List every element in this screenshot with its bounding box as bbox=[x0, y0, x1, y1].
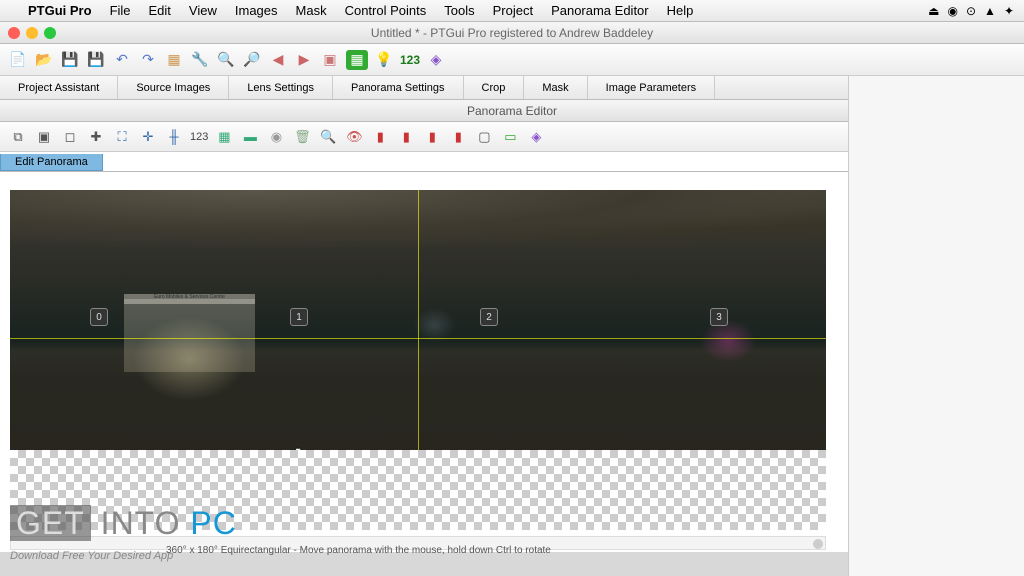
flag-red3-icon[interactable]: ▮ bbox=[422, 127, 442, 147]
window-title-text: Untitled * - PTGui Pro registered to And… bbox=[371, 26, 653, 40]
fit-icon[interactable]: ⛶ bbox=[112, 127, 132, 147]
grid-icon[interactable]: ▦ bbox=[346, 50, 368, 70]
edit-panorama-tab[interactable]: Edit Panorama bbox=[0, 154, 103, 171]
zoom-icon[interactable]: 🔍 bbox=[318, 127, 338, 147]
menu-tools[interactable]: Tools bbox=[444, 3, 474, 18]
traffic-lights bbox=[8, 27, 56, 39]
open-icon[interactable]: 📂 bbox=[34, 50, 54, 70]
app-name[interactable]: PTGui Pro bbox=[28, 3, 92, 18]
status-icon[interactable]: ◉ bbox=[948, 4, 958, 18]
zoom-in-icon[interactable]: 🔍 bbox=[216, 50, 236, 70]
watermark: GET INTO PC bbox=[10, 505, 237, 542]
select-icon[interactable]: ◻ bbox=[60, 127, 80, 147]
panorama-viewport[interactable]: Euro Mobiles & Services Centre 0 1 2 3 bbox=[10, 190, 826, 450]
status-icon[interactable]: ▲ bbox=[984, 4, 996, 18]
menu-mask[interactable]: Mask bbox=[296, 3, 327, 18]
layer-icon[interactable]: ◉ bbox=[266, 127, 286, 147]
flag-red4-icon[interactable]: ▮ bbox=[448, 127, 468, 147]
image-marker-1[interactable]: 1 bbox=[290, 308, 308, 326]
tab-crop[interactable]: Crop bbox=[464, 76, 525, 99]
flag-red2-icon[interactable]: ▮ bbox=[396, 127, 416, 147]
sub-number: 123 bbox=[190, 131, 208, 143]
menu-control-points[interactable]: Control Points bbox=[345, 3, 427, 18]
status-icon[interactable]: ⊙ bbox=[966, 4, 976, 18]
tab-mask[interactable]: Mask bbox=[524, 76, 587, 99]
menu-view[interactable]: View bbox=[189, 3, 217, 18]
close-button[interactable] bbox=[8, 27, 20, 39]
status-bar: 360° x 180° Equirectangular - Move panor… bbox=[166, 545, 551, 556]
download-text: Download Free Your Desired App bbox=[10, 550, 173, 562]
center-icon[interactable]: ✛ bbox=[138, 127, 158, 147]
status-icon[interactable]: ⏏ bbox=[928, 4, 939, 18]
layers-icon[interactable]: ◈ bbox=[426, 50, 446, 70]
lightbulb-icon[interactable]: 💡 bbox=[374, 50, 394, 70]
menu-project[interactable]: Project bbox=[493, 3, 533, 18]
tab-source-images[interactable]: Source Images bbox=[118, 76, 229, 99]
copy-icon[interactable]: ⧉ bbox=[8, 127, 28, 147]
eye-icon[interactable]: 👁 bbox=[344, 127, 364, 147]
save-icon[interactable]: 💾 bbox=[60, 50, 80, 70]
image-marker-3[interactable]: 3 bbox=[710, 308, 728, 326]
vertical-guide bbox=[418, 190, 419, 450]
main-toolbar: 📄 📂 💾 💾 ↶ ↷ ▦ 🔧 🔍 🔎 ◀ ▶ ▣ ▦ 💡 123 ◈ bbox=[0, 44, 1024, 76]
tab-project-assistant[interactable]: Project Assistant bbox=[0, 76, 118, 99]
horizon-icon[interactable]: ╫ bbox=[164, 127, 184, 147]
next-icon[interactable]: ▶ bbox=[294, 50, 314, 70]
status-icon[interactable]: ✦ bbox=[1004, 4, 1014, 18]
menubar-status-icons: ⏏ ◉ ⊙ ▲ ✦ bbox=[928, 4, 1014, 18]
grid-toggle-icon[interactable]: ▦ bbox=[214, 127, 234, 147]
save-as-icon[interactable]: 💾 bbox=[86, 50, 106, 70]
delete-icon[interactable]: 🗑 bbox=[292, 127, 312, 147]
new-icon[interactable]: 📄 bbox=[8, 50, 28, 70]
box-icon[interactable]: ▢ bbox=[474, 127, 494, 147]
zoom-button[interactable] bbox=[44, 27, 56, 39]
redo-icon[interactable]: ↷ bbox=[138, 50, 158, 70]
prev-icon[interactable]: ◀ bbox=[268, 50, 288, 70]
tab-image-parameters[interactable]: Image Parameters bbox=[588, 76, 715, 99]
menu-edit[interactable]: Edit bbox=[149, 3, 171, 18]
right-panel bbox=[848, 76, 1024, 576]
tab-panorama-settings[interactable]: Panorama Settings bbox=[333, 76, 464, 99]
menu-images[interactable]: Images bbox=[235, 3, 278, 18]
undo-icon[interactable]: ↶ bbox=[112, 50, 132, 70]
minimize-button[interactable] bbox=[26, 27, 38, 39]
crosshair-icon[interactable]: ✚ bbox=[86, 127, 106, 147]
align-icon[interactable]: ▦ bbox=[164, 50, 184, 70]
diamond-icon[interactable]: ◈ bbox=[526, 127, 546, 147]
toolbar-number: 123 bbox=[400, 53, 420, 67]
window-titlebar: Untitled * - PTGui Pro registered to And… bbox=[0, 22, 1024, 44]
menu-file[interactable]: File bbox=[110, 3, 131, 18]
panorama-icon[interactable]: ▣ bbox=[320, 50, 340, 70]
tab-lens-settings[interactable]: Lens Settings bbox=[229, 76, 333, 99]
menu-panorama-editor[interactable]: Panorama Editor bbox=[551, 3, 649, 18]
zoom-out-icon[interactable]: 🔎 bbox=[242, 50, 262, 70]
paste-icon[interactable]: ▣ bbox=[34, 127, 54, 147]
mac-menubar: PTGui Pro File Edit View Images Mask Con… bbox=[0, 0, 1024, 22]
image-marker-0[interactable]: 0 bbox=[90, 308, 108, 326]
menu-help[interactable]: Help bbox=[667, 3, 694, 18]
tool-icon[interactable]: 🔧 bbox=[190, 50, 210, 70]
window-icon[interactable]: ▭ bbox=[500, 127, 520, 147]
flag-red-icon[interactable]: ▮ bbox=[370, 127, 390, 147]
preview-icon[interactable]: ▬ bbox=[240, 127, 260, 147]
image-marker-2[interactable]: 2 bbox=[480, 308, 498, 326]
subwindow-title-text: Panorama Editor bbox=[467, 104, 557, 118]
